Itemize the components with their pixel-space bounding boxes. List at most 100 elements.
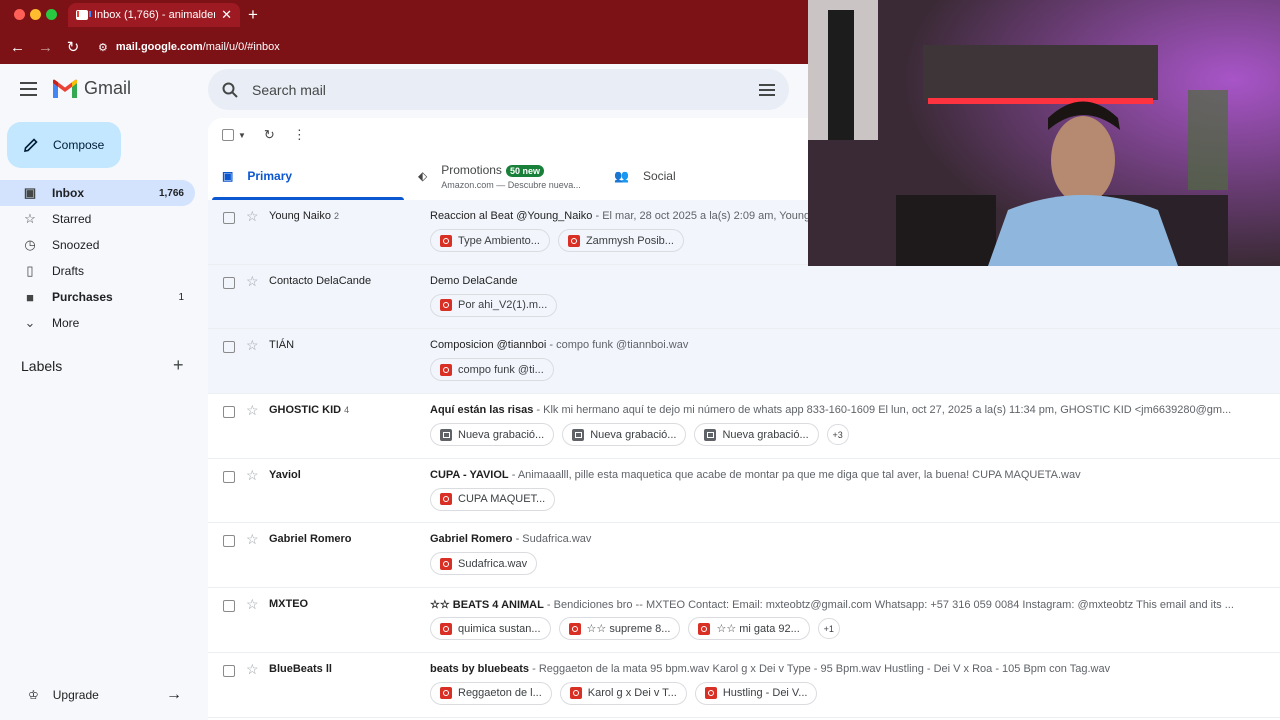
arrow-right-icon[interactable]: → — [166, 686, 182, 704]
upgrade-button[interactable]: ♔ Upgrade — [28, 688, 99, 702]
attachment-chip[interactable]: quimica sustan... — [430, 617, 551, 641]
attachment-chip[interactable]: Nueva grabació... — [694, 423, 819, 447]
star-icon[interactable]: ☆ — [246, 661, 259, 678]
attachment-chip[interactable]: Hustling - Dei V... — [694, 681, 818, 705]
attachment-chip[interactable]: Sudafrica.wav — [430, 552, 538, 576]
minimize-window-button[interactable] — [30, 9, 41, 20]
search-icon[interactable] — [222, 82, 238, 98]
image-file-icon — [572, 428, 585, 441]
audio-file-icon — [440, 622, 452, 635]
star-icon[interactable]: ☆ — [246, 402, 259, 419]
star-icon[interactable]: ☆ — [246, 273, 259, 290]
attachment-chip[interactable]: compo funk @ti... — [430, 358, 554, 382]
email-row[interactable]: ☆ GHOSTIC KID 4 Aquí están las risas - Klk … — [208, 394, 1280, 459]
audio-file-icon — [440, 557, 452, 570]
tab-promotions[interactable]: ⬖ Promotions 50 new Amazon.com — Descubre… — [404, 152, 600, 200]
email-subject: CUPA - YAVIOL — [430, 468, 509, 481]
attachment-chip[interactable]: Por ahi_V2(1).m... — [430, 293, 558, 317]
star-icon[interactable]: ☆ — [246, 208, 259, 225]
pencil-icon — [24, 138, 38, 152]
inbox-icon: ▣ — [23, 185, 37, 200]
row-checkbox[interactable] — [223, 276, 235, 289]
sidebar-item-label: Inbox — [52, 186, 84, 200]
attachment-chip[interactable]: ☆☆ supreme 8... — [558, 617, 681, 641]
row-checkbox[interactable] — [223, 406, 235, 419]
tab-close-icon[interactable]: ✕ — [221, 7, 232, 23]
new-count-badge: 50 new — [505, 164, 544, 177]
sidebar-item-more[interactable]: ⌄ More — [0, 310, 195, 336]
email-sender: Young Naiko 2 — [269, 210, 339, 222]
row-checkbox[interactable] — [223, 664, 235, 677]
sender-name: Gabriel Romero — [269, 533, 352, 546]
attachment-chip[interactable]: Type Ambiento... — [430, 229, 550, 252]
search-input[interactable]: Search mail — [252, 82, 759, 98]
attachment-chip[interactable]: Zammysh Posib... — [557, 229, 684, 252]
sidebar-item-drafts[interactable]: ▯ Drafts — [0, 258, 195, 284]
star-icon[interactable]: ☆ — [246, 596, 259, 613]
attachment-name: CUPA MAQUET... — [458, 493, 546, 506]
email-row[interactable]: ☆ TIÁN Composicion @tiannboi - compo funk … — [208, 329, 1280, 395]
tab-social[interactable]: 👥 Social — [600, 152, 796, 200]
select-all-checkbox[interactable]: ▼ — [222, 129, 246, 141]
sidebar-item-label: Starred — [52, 212, 92, 226]
star-icon[interactable]: ☆ — [246, 531, 259, 548]
compose-label: Compose — [53, 138, 105, 152]
unread-count: 1,766 — [158, 187, 184, 199]
sidebar-item-label: Snoozed — [52, 238, 100, 252]
email-row[interactable]: ☆ Yaviol CUPA - YAVIOL - Animaaalll, pille… — [208, 459, 1280, 524]
address-bar[interactable]: ⚙ mail.google.com/mail/u/0/#inbox — [98, 41, 280, 54]
attachment-chip[interactable]: ☆☆ mi gata 92... — [688, 617, 810, 641]
email-sender: GHOSTIC KID 4 — [269, 404, 349, 416]
star-icon[interactable]: ☆ — [246, 467, 259, 484]
row-checkbox[interactable] — [223, 535, 235, 548]
gmail-logo[interactable]: Gmail — [52, 78, 131, 99]
close-window-button[interactable] — [14, 9, 25, 20]
attachment-chip[interactable]: CUPA MAQUET... — [430, 487, 556, 511]
more-attachments-chip[interactable]: +1 — [817, 618, 840, 640]
new-tab-button[interactable]: + — [248, 5, 258, 25]
star-icon[interactable]: ☆ — [246, 337, 259, 354]
attachment-chip[interactable]: Reggaeton de l... — [430, 681, 552, 705]
reload-icon[interactable]: ↻ — [66, 38, 80, 56]
back-icon[interactable]: ← — [10, 39, 25, 56]
forward-icon[interactable]: → — [38, 39, 53, 56]
attachment-chip[interactable]: Karol g x Dei v T... — [559, 681, 687, 705]
sidebar-item-inbox[interactable]: ▣ Inbox 1,766 — [0, 180, 195, 206]
attachment-chip[interactable]: Nueva grabació... — [430, 423, 555, 447]
browser-tab[interactable]: Inbox (1,766) - animaldemos@ ✕ — [68, 3, 240, 27]
sidebar-item-purchases[interactable]: ■ Purchases 1 — [0, 284, 195, 310]
attachment-name: Karol g x Dei v T... — [587, 687, 677, 700]
sidebar-item-starred[interactable]: ☆ Starred — [0, 206, 195, 232]
attachment-chip[interactable]: Nueva grabació... — [562, 423, 687, 447]
email-sender: MXTEO — [269, 598, 308, 610]
email-sender: Yaviol — [269, 469, 301, 481]
sidebar-item-snoozed[interactable]: ◷ Snoozed — [0, 232, 195, 258]
search-options-icon[interactable] — [759, 83, 775, 97]
main-menu-icon[interactable] — [20, 82, 37, 100]
tab-primary[interactable]: ▣ Primary — [208, 152, 404, 200]
audio-file-icon — [704, 687, 717, 700]
email-sender: BlueBeats ll — [269, 663, 332, 675]
row-checkbox[interactable] — [223, 212, 235, 224]
email-row[interactable]: ☆ BlueBeats ll beats by bluebeats - Reggae… — [208, 653, 1280, 718]
compose-button[interactable]: Compose — [7, 122, 121, 168]
refresh-icon[interactable]: ↻ — [264, 127, 275, 143]
chevron-down-icon: ⌄ — [24, 315, 36, 330]
more-attachments-chip[interactable]: +3 — [826, 424, 849, 446]
email-row[interactable]: ☆ Gabriel Romero Gabriel Romero - Sudafric… — [208, 523, 1280, 589]
search-bar[interactable]: Search mail — [208, 69, 789, 110]
email-row[interactable]: ☆ MXTEO ☆☆ BEATS 4 ANIMAL - Bendiciones br… — [208, 588, 1280, 653]
email-row[interactable]: ☆ Contacto DelaCande Demo DelaCande Por ahi… — [208, 264, 1280, 330]
sidebar-item-label: More — [52, 316, 80, 330]
row-checkbox[interactable] — [223, 341, 235, 354]
site-settings-icon[interactable]: ⚙ — [98, 41, 108, 54]
row-checkbox[interactable] — [223, 470, 235, 483]
unread-count: 1 — [178, 291, 184, 303]
attachment-chips: Reggaeton de l... Karol g x Dei v T... Hus… — [430, 681, 818, 705]
more-options-icon[interactable]: ⋮ — [293, 127, 306, 143]
webcam-overlay — [808, 0, 1280, 266]
maximize-window-button[interactable] — [46, 9, 57, 20]
row-checkbox[interactable] — [223, 600, 235, 613]
add-label-icon[interactable]: + — [173, 355, 184, 376]
attachment-chips: Nueva grabació... Nueva grabació... Nueva … — [430, 423, 849, 447]
